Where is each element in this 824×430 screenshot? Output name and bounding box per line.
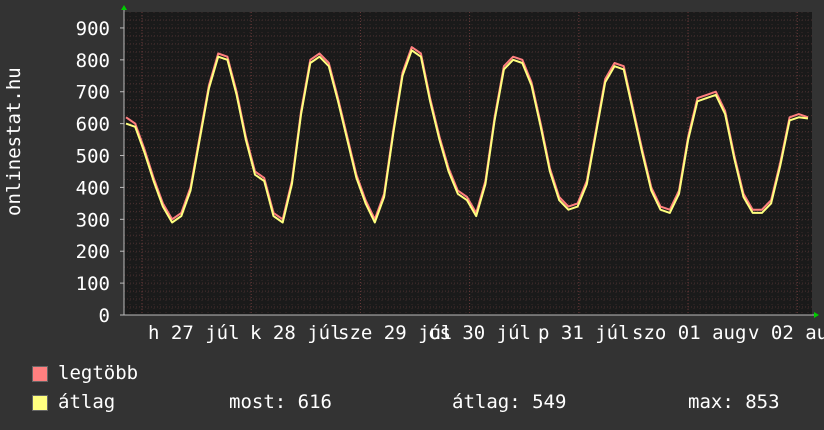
y-tick-label: 600 (76, 114, 110, 136)
y-tick-label: 400 (76, 177, 110, 199)
y-tick-label: 300 (76, 209, 110, 231)
x-tick-label: szo 01 aug (632, 322, 746, 344)
chart-canvas: 0 100 200 300 400 500 600 700 800 900 h 27 júl k 28… (0, 0, 824, 430)
x-tick-label: h 27 júl (148, 322, 240, 344)
y-tick-label: 100 (76, 273, 110, 295)
y-axis-label: onlinestat.hu (3, 67, 25, 216)
stat-most: most: 616 (229, 391, 332, 413)
x-tick-label: k 28 júl (250, 322, 342, 344)
y-tick-label: 500 (76, 146, 110, 168)
stat-atlag: átlag: 549 (452, 391, 567, 413)
legend-swatch-legtobb (32, 366, 48, 382)
legend-label-legtobb: legtöbb (58, 362, 139, 384)
x-tick-label: p 31 júl (538, 322, 630, 344)
x-tick-label: v 02 aug (748, 322, 824, 344)
x-tick-label: cs 30 júl (428, 322, 531, 344)
y-axis-arrow (121, 5, 127, 10)
x-axis-arrow (814, 312, 819, 318)
y-tick-label: 200 (76, 241, 110, 263)
legend-swatch-atlag (32, 395, 48, 411)
y-tick-label: 800 (76, 50, 110, 72)
y-tick-label: 0 (99, 305, 110, 327)
y-tick-label: 900 (76, 18, 110, 40)
legend-label-atlag: átlag (58, 391, 116, 413)
y-tick-label: 700 (76, 82, 110, 104)
stat-max: max: 853 (688, 391, 780, 413)
